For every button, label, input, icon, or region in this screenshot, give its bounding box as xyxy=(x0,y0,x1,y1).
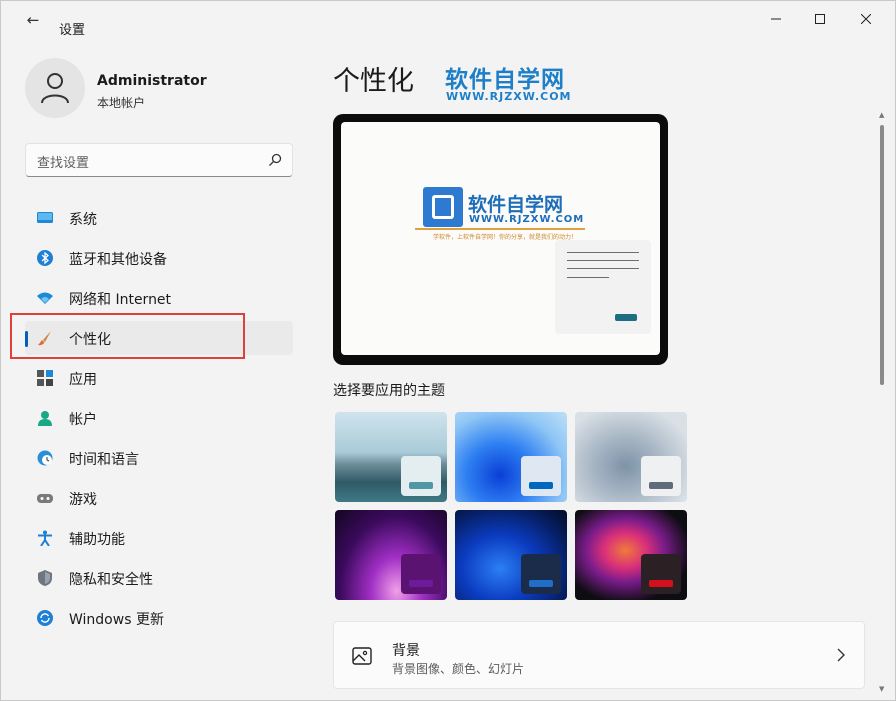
search-icon xyxy=(269,153,282,166)
sidebar-item-label: Windows 更新 xyxy=(69,612,164,628)
avatar[interactable] xyxy=(25,58,85,118)
title-bar: ← 设置 xyxy=(1,1,896,38)
sidebar-item-label: 辅助功能 xyxy=(69,532,125,548)
shield-icon xyxy=(38,570,52,586)
wifi-icon xyxy=(37,292,53,304)
theme-mini-window xyxy=(521,554,561,594)
sidebar-item-label: 帐户 xyxy=(69,412,97,428)
app-title: 设置 xyxy=(59,23,86,38)
maximize-button[interactable] xyxy=(797,7,843,31)
themes-heading: 选择要应用的主题 xyxy=(333,383,445,399)
theme-accent-bar xyxy=(409,580,433,587)
theme-windows-light[interactable] xyxy=(455,412,567,502)
preview-window xyxy=(555,240,651,334)
theme-glow-purple[interactable] xyxy=(335,510,447,600)
globe-clock-icon xyxy=(37,450,53,466)
sidebar-item-apps[interactable]: 应用 xyxy=(25,361,293,395)
account-type: 本地帐户 xyxy=(97,96,146,110)
close-icon xyxy=(861,14,871,24)
close-button[interactable] xyxy=(843,7,889,31)
theme-accent-bar xyxy=(649,482,673,489)
sidebar-item-label: 蓝牙和其他设备 xyxy=(69,252,167,268)
user-name: Administrator xyxy=(97,73,207,89)
theme-windows-dark[interactable] xyxy=(455,510,567,600)
sidebar-item-time-language[interactable]: 时间和语言 xyxy=(25,441,293,475)
preview-button xyxy=(615,314,637,321)
sidebar-item-label: 网络和 Internet xyxy=(69,292,172,308)
background-title: 背景 xyxy=(392,643,420,659)
sidebar-item-windows-update[interactable]: Windows 更新 xyxy=(25,601,293,635)
minimize-button[interactable] xyxy=(753,7,799,31)
theme-accent-bar xyxy=(649,580,673,587)
watermark-logo: 软件自学网 xyxy=(445,67,565,93)
watermark-url: WWW.RJZXW.COM xyxy=(446,90,572,103)
preview-desktop: 软件自学网 WWW.RJZXW.COM 学软件，上软件自学网！你的分享，就是我们… xyxy=(341,122,660,355)
scroll-thumb[interactable] xyxy=(880,125,884,385)
theme-glow-lake[interactable] xyxy=(335,412,447,502)
theme-preview: 软件自学网 WWW.RJZXW.COM 学软件，上软件自学网！你的分享，就是我们… xyxy=(333,114,668,365)
person-icon xyxy=(38,411,52,426)
theme-accent-bar xyxy=(529,482,553,489)
sidebar-item-bluetooth[interactable]: 蓝牙和其他设备 xyxy=(25,241,293,275)
search-placeholder: 查找设置 xyxy=(37,156,90,171)
sidebar-item-label: 时间和语言 xyxy=(69,452,139,468)
gamepad-icon xyxy=(37,494,53,503)
settings-window: ← 设置 Administrator 本地帐户 查找设置 系统 蓝牙和其他设备 … xyxy=(0,0,896,701)
sidebar-item-label: 游戏 xyxy=(69,492,97,508)
preview-divider xyxy=(415,228,585,230)
minimize-icon xyxy=(771,18,781,20)
highlight-box xyxy=(10,313,245,359)
theme-accent-bar xyxy=(409,482,433,489)
scrollbar[interactable]: ▲ ▼ xyxy=(879,111,885,693)
update-icon xyxy=(37,610,53,626)
bluetooth-icon xyxy=(37,250,53,266)
scroll-down-icon[interactable]: ▼ xyxy=(879,685,884,693)
background-subtitle: 背景图像、颜色、幻灯片 xyxy=(392,662,525,676)
theme-mini-window xyxy=(401,554,441,594)
theme-flow-dark[interactable] xyxy=(575,510,687,600)
maximize-icon xyxy=(815,14,825,24)
sidebar-item-network[interactable]: 网络和 Internet xyxy=(25,281,293,315)
sidebar-item-privacy[interactable]: 隐私和安全性 xyxy=(25,561,293,595)
person-icon xyxy=(41,73,69,104)
chevron-right-icon xyxy=(837,648,845,662)
accessibility-icon xyxy=(38,530,52,546)
sidebar-item-label: 应用 xyxy=(69,372,97,388)
page-title: 个性化 xyxy=(333,66,414,97)
theme-mini-window xyxy=(521,456,561,496)
sidebar-item-accounts[interactable]: 帐户 xyxy=(25,401,293,435)
theme-mini-window xyxy=(401,456,441,496)
sidebar-item-accessibility[interactable]: 辅助功能 xyxy=(25,521,293,555)
theme-captured-motion[interactable] xyxy=(575,412,687,502)
preview-slogan: 学软件，上软件自学网！你的分享，就是我们的动力！ xyxy=(433,234,578,241)
arrow-left-icon: ← xyxy=(26,11,40,29)
sidebar-item-label: 隐私和安全性 xyxy=(69,572,153,588)
search-input[interactable]: 查找设置 xyxy=(25,143,293,177)
image-icon xyxy=(352,647,372,665)
apps-icon xyxy=(37,370,53,386)
logo-icon xyxy=(423,187,463,227)
theme-mini-window xyxy=(641,554,681,594)
theme-accent-bar xyxy=(529,580,553,587)
background-setting-card[interactable]: 背景 背景图像、颜色、幻灯片 xyxy=(333,621,865,689)
sidebar-item-gaming[interactable]: 游戏 xyxy=(25,481,293,515)
preview-logo-url: WWW.RJZXW.COM xyxy=(469,214,585,225)
sidebar-item-system[interactable]: 系统 xyxy=(25,201,293,235)
scroll-up-icon[interactable]: ▲ xyxy=(879,111,884,119)
preview-logo-title: 软件自学网 xyxy=(468,194,564,216)
monitor-icon xyxy=(37,212,53,223)
sidebar-item-label: 系统 xyxy=(69,212,97,228)
back-button[interactable]: ← xyxy=(19,9,47,31)
theme-mini-window xyxy=(641,456,681,496)
